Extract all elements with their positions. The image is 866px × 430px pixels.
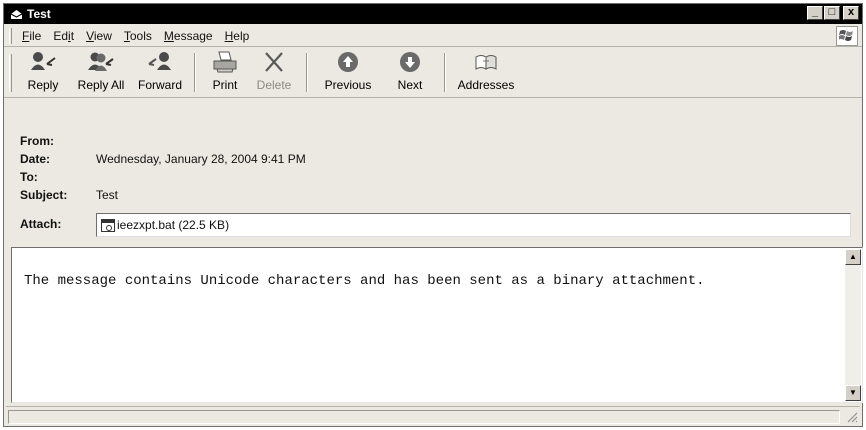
- status-pane: [8, 410, 840, 424]
- bat-file-icon: [101, 218, 115, 232]
- menu-view-accel: V: [86, 28, 94, 43]
- to-label: To:: [20, 170, 38, 184]
- windows-logo-icon: [836, 26, 858, 46]
- forward-label: Forward: [137, 78, 182, 92]
- address-book-icon: [471, 49, 501, 75]
- reply-all-icon: [86, 49, 116, 75]
- menubar-grip[interactable]: [9, 27, 12, 44]
- reply-all-label: Reply All: [77, 78, 125, 92]
- delete-x-icon: [259, 49, 289, 75]
- delete-button[interactable]: Delete: [248, 48, 300, 97]
- menu-help-rest: elp: [233, 28, 250, 43]
- reply-icon: [28, 49, 58, 75]
- date-label: Date:: [20, 152, 51, 166]
- menu-edit-rest: t: [70, 28, 75, 43]
- menu-tools-rest: ools: [129, 28, 152, 43]
- toolbar-separator: [444, 53, 446, 92]
- delete-label: Delete: [256, 78, 292, 92]
- next-button[interactable]: Next: [382, 48, 438, 97]
- reply-all-button[interactable]: Reply All: [70, 48, 132, 97]
- message-text: The message contains Unicode characters …: [24, 273, 705, 289]
- toolbar: Reply Reply All Forward Print Delete Pre…: [4, 48, 862, 98]
- maximize-button[interactable]: □: [824, 6, 840, 20]
- forward-icon: [145, 49, 175, 75]
- title-bar[interactable]: Test _ □ x: [4, 4, 862, 24]
- menu-tools[interactable]: Tools: [118, 29, 158, 43]
- addresses-button[interactable]: Addresses: [452, 48, 520, 97]
- toolbar-separator: [306, 53, 308, 92]
- addresses-label: Addresses: [457, 78, 515, 92]
- window-title: Test: [27, 7, 51, 21]
- date-row: Date: Wednesday, January 28, 2004 9:41 P…: [20, 152, 306, 166]
- next-label: Next: [397, 78, 423, 92]
- message-headers: From: Date: Wednesday, January 28, 2004 …: [4, 98, 862, 246]
- to-row: To:: [20, 170, 96, 184]
- envelope-icon: [9, 7, 23, 21]
- date-value: Wednesday, January 28, 2004 9:41 PM: [96, 152, 306, 166]
- attach-label: Attach:: [20, 217, 62, 231]
- down-arrow-icon: [395, 49, 425, 75]
- resize-grip-icon[interactable]: [846, 411, 858, 423]
- print-button[interactable]: Print: [202, 48, 248, 97]
- menu-message[interactable]: Message: [158, 29, 219, 43]
- message-body[interactable]: The message contains Unicode characters …: [11, 247, 863, 403]
- previous-label: Previous: [324, 78, 372, 92]
- scroll-up-button[interactable]: ▲: [845, 249, 861, 265]
- reply-label: Reply: [27, 78, 59, 92]
- scroll-down-button[interactable]: ▼: [845, 385, 861, 401]
- menu-edit-text: Ed: [53, 28, 69, 43]
- vertical-scrollbar[interactable]: ▲ ▼: [845, 249, 861, 401]
- toolbar-grip[interactable]: [9, 54, 12, 92]
- subject-value: Test: [96, 188, 119, 202]
- minimize-button[interactable]: _: [807, 6, 823, 20]
- menu-view[interactable]: View: [80, 29, 118, 43]
- menu-view-rest: iew: [93, 28, 112, 43]
- attachment-field[interactable]: ieezxpt.bat (22.5 KB): [96, 213, 851, 237]
- menu-message-accel: M: [163, 28, 174, 43]
- previous-button[interactable]: Previous: [314, 48, 382, 97]
- menu-bar: File Edit View Tools Message Help: [4, 25, 862, 47]
- print-label: Print: [212, 78, 238, 92]
- status-bar: [6, 406, 860, 425]
- menu-help[interactable]: Help: [219, 29, 256, 43]
- menu-message-rest: essage: [173, 28, 213, 43]
- subject-label: Subject:: [20, 188, 68, 202]
- from-label: From:: [20, 134, 54, 148]
- forward-button[interactable]: Forward: [132, 48, 188, 97]
- attach-row: Attach:: [20, 217, 96, 231]
- menu-file-rest: ile: [29, 28, 42, 43]
- reply-button[interactable]: Reply: [16, 48, 70, 97]
- menu-edit[interactable]: Edit: [47, 29, 80, 43]
- toolbar-separator: [194, 53, 196, 92]
- from-row: From:: [20, 134, 96, 148]
- subject-row: Subject: Test: [20, 188, 118, 202]
- up-arrow-icon: [333, 49, 363, 75]
- message-window: Test _ □ x File Edit View Tools Message …: [3, 3, 863, 427]
- attachment-link[interactable]: ieezxpt.bat (22.5 KB): [117, 218, 229, 232]
- printer-icon: [210, 49, 240, 75]
- menu-file[interactable]: File: [16, 29, 47, 43]
- close-button[interactable]: x: [843, 6, 859, 20]
- menu-help-accel: H: [224, 28, 234, 43]
